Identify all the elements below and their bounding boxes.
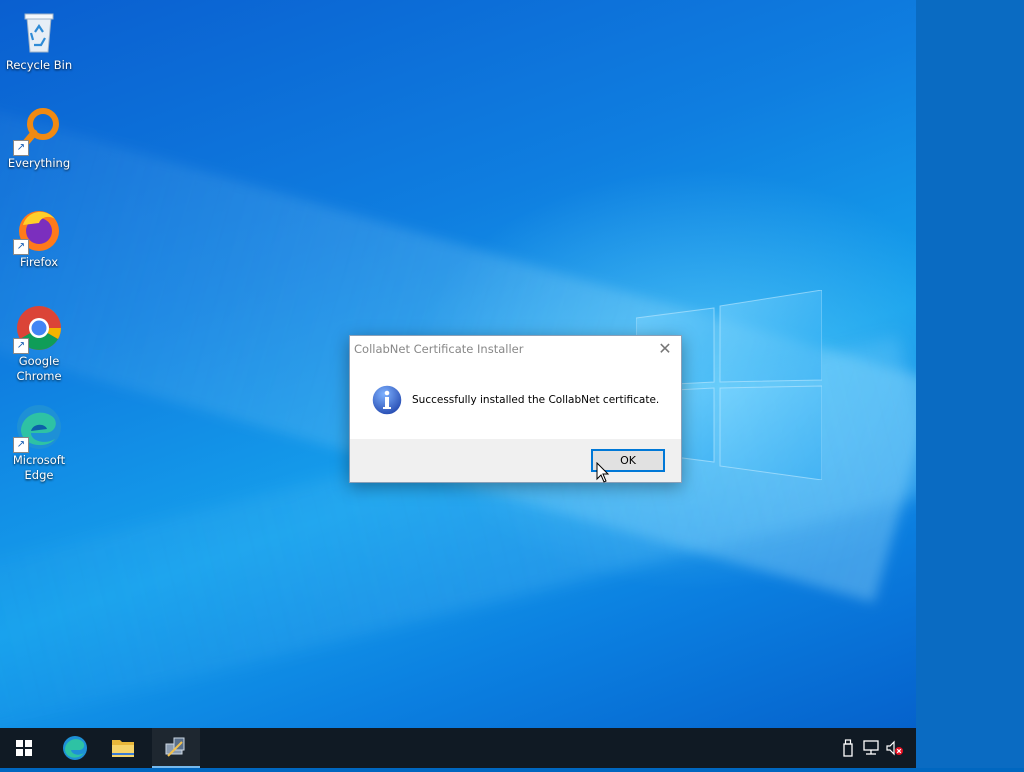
everything-search-icon: ↗ — [13, 106, 63, 156]
dialog-footer: OK — [350, 439, 681, 482]
close-icon[interactable]: ✕ — [655, 339, 675, 359]
desktop-icon-recycle-bin[interactable]: Recycle Bin — [0, 8, 78, 73]
recycle-bin-icon — [15, 8, 63, 56]
mouse-cursor-icon — [596, 462, 610, 483]
volume-muted-icon[interactable] — [884, 738, 904, 758]
shortcut-arrow-icon: ↗ — [13, 239, 29, 255]
taskbar-file-explorer-button[interactable] — [99, 728, 147, 768]
taskbar-edge-button[interactable] — [51, 728, 99, 768]
edge-icon: ↗ — [13, 403, 63, 453]
desktop-icon-label: Firefox — [19, 255, 59, 269]
taskbar — [0, 728, 916, 768]
desktop-icon-label: Recycle Bin — [5, 58, 73, 72]
info-icon — [371, 384, 403, 416]
shortcut-arrow-icon: ↗ — [13, 140, 29, 156]
network-icon[interactable] — [861, 738, 881, 758]
dialog-title: CollabNet Certificate Installer — [354, 342, 524, 356]
file-explorer-icon — [112, 740, 134, 757]
chrome-icon: ↗ — [13, 304, 63, 354]
taskbar-right-strip — [916, 728, 1024, 768]
desktop-icon-google-chrome[interactable]: ↗ Google Chrome — [0, 304, 78, 384]
desktop-icon-label: Everything — [7, 156, 71, 170]
desktop-right-strip — [916, 0, 1024, 728]
usb-device-icon[interactable] — [838, 738, 858, 758]
desktop-icon-label: Microsoft Edge — [12, 453, 66, 482]
edge-icon — [63, 736, 87, 760]
shortcut-arrow-icon: ↗ — [13, 437, 29, 453]
desktop-icon-microsoft-edge[interactable]: ↗ Microsoft Edge — [0, 403, 78, 483]
certificate-installer-dialog: CollabNet Certificate Installer ✕ Succes… — [349, 335, 682, 483]
taskbar-certificate-installer-button[interactable] — [152, 728, 200, 768]
dialog-message: Successfully installed the CollabNet cer… — [412, 394, 660, 406]
desktop-icon-label: Google Chrome — [16, 354, 62, 383]
firefox-icon: ↗ — [13, 205, 63, 255]
windows-start-icon — [16, 740, 32, 756]
desktop-icon-firefox[interactable]: ↗ Firefox — [0, 205, 78, 270]
shortcut-arrow-icon: ↗ — [13, 338, 29, 354]
start-button[interactable] — [0, 728, 48, 768]
certificate-installer-icon — [165, 737, 185, 757]
desktop-icon-everything[interactable]: ↗ Everything — [0, 106, 78, 171]
